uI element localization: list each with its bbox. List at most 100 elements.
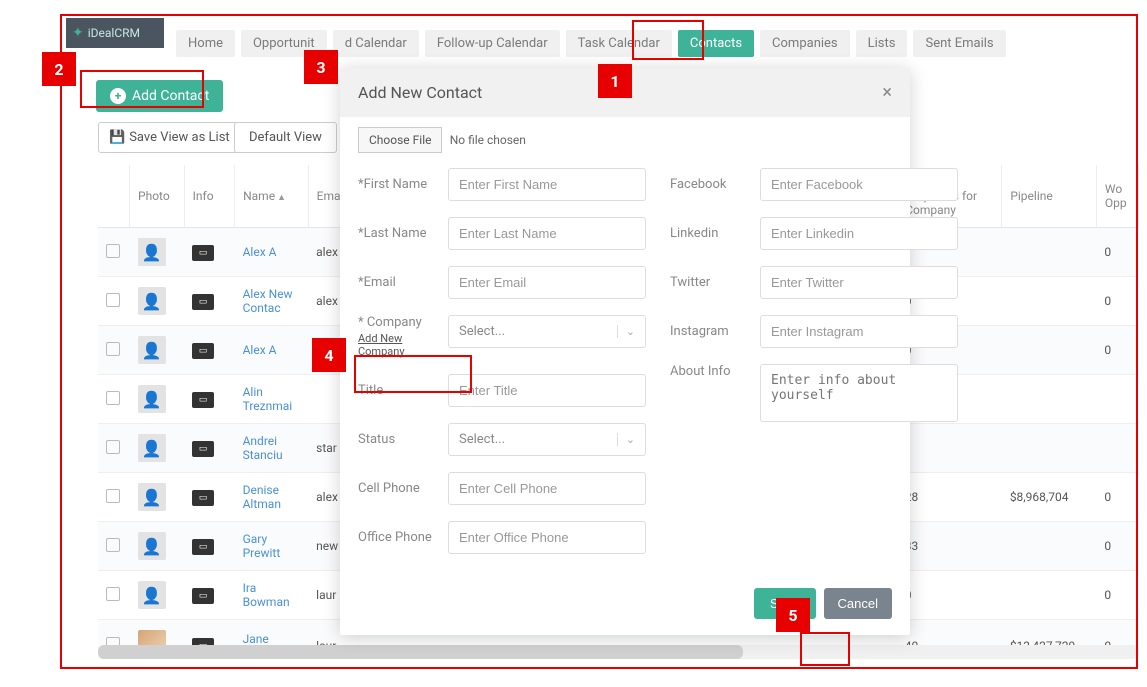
cell-won: 0 (1096, 522, 1138, 571)
avatar: 👤 (138, 336, 166, 364)
row-checkbox[interactable] (106, 342, 120, 356)
avatar: 👤 (138, 483, 166, 511)
avatar: 👤 (138, 238, 166, 266)
info-card-icon[interactable]: ▭ (192, 392, 214, 408)
cell-won (1096, 424, 1138, 473)
default-view-button[interactable]: Default View (234, 122, 337, 153)
col-won-opp[interactable]: Wo Opp (1096, 165, 1138, 228)
email-input[interactable] (448, 266, 646, 299)
twitter-input[interactable] (760, 266, 958, 299)
brand-logo-bar: ✦ iDealCRM (66, 18, 164, 48)
instagram-input[interactable] (760, 315, 958, 348)
label-cell: Cell Phone (358, 481, 448, 496)
facebook-input[interactable] (760, 168, 958, 201)
cancel-button[interactable]: Cancel (824, 588, 892, 619)
label-email: *Email (358, 275, 448, 290)
cell-won: 0 (1096, 228, 1138, 277)
title-input[interactable] (448, 374, 646, 407)
nav-tab-home[interactable]: Home (176, 30, 235, 57)
nav-tab-d-calendar[interactable]: d Calendar (333, 30, 419, 57)
cell-won: 0 (1096, 571, 1138, 620)
last-name-input[interactable] (448, 217, 646, 250)
label-facebook: Facebook (670, 177, 760, 192)
contact-name-link[interactable]: Alex A (243, 343, 277, 357)
add-new-company-link[interactable]: Add New Company (358, 332, 448, 358)
office-phone-input[interactable] (448, 521, 646, 554)
nav-tab-task-calendar[interactable]: Task Calendar (566, 30, 672, 57)
chevron-down-icon: ⌄ (617, 325, 635, 338)
avatar: 👤 (138, 385, 166, 413)
modal-title: Add New Contact (358, 83, 482, 102)
add-contact-modal: Add New Contact × Choose File No file ch… (340, 68, 910, 635)
cell-phone-input[interactable] (448, 472, 646, 505)
cell-won: 0 (1096, 277, 1138, 326)
contact-name-link[interactable]: Ira Bowman (243, 581, 290, 609)
contact-name-link[interactable]: Andrei Stanciu (243, 434, 283, 462)
info-card-icon[interactable]: ▭ (192, 294, 214, 310)
row-checkbox[interactable] (106, 293, 120, 307)
horizontal-scrollbar[interactable] (98, 645, 1139, 659)
label-instagram: Instagram (670, 324, 760, 339)
row-checkbox[interactable] (106, 489, 120, 503)
contact-name-link[interactable]: Alex New Contac (243, 287, 293, 315)
row-checkbox[interactable] (106, 440, 120, 454)
label-twitter: Twitter (670, 275, 760, 290)
row-checkbox[interactable] (106, 391, 120, 405)
company-select[interactable]: Select... ⌄ (448, 315, 646, 348)
nav-tab-companies[interactable]: Companies (760, 30, 850, 57)
contact-name-link[interactable]: Alin Treznmai (243, 385, 293, 413)
main-nav: HomeOpportunitd CalendarFollow-up Calend… (176, 30, 1006, 57)
contact-name-link[interactable]: Gary Prewitt (243, 532, 281, 560)
info-card-icon[interactable]: ▭ (192, 441, 214, 457)
cell-active: 0 (897, 571, 1002, 620)
cell-pipeline (1002, 424, 1097, 473)
nav-tab-sent-emails[interactable]: Sent Emails (913, 30, 1005, 57)
horizontal-scrollbar-thumb[interactable] (98, 645, 743, 659)
cell-pipeline (1002, 571, 1097, 620)
status-select[interactable]: Select... ⌄ (448, 423, 646, 456)
nav-tab-contacts[interactable]: Contacts (678, 30, 754, 57)
row-checkbox[interactable] (106, 538, 120, 552)
col-pipeline[interactable]: Pipeline (1002, 165, 1097, 228)
info-card-icon[interactable]: ▭ (192, 539, 214, 555)
label-last-name: *Last Name (358, 226, 448, 241)
first-name-input[interactable] (448, 168, 646, 201)
label-about: About Info (670, 364, 760, 379)
col-info[interactable]: Info (184, 165, 234, 228)
chevron-down-icon: ⌄ (617, 433, 635, 446)
info-card-icon[interactable]: ▭ (192, 343, 214, 359)
label-title: Title (358, 383, 448, 398)
about-textarea[interactable] (760, 364, 958, 422)
sort-asc-icon: ▲ (277, 193, 286, 203)
avatar: 👤 (138, 287, 166, 315)
label-office: Office Phone (358, 530, 448, 545)
row-checkbox[interactable] (106, 244, 120, 258)
contact-name-link[interactable]: Denise Altman (243, 483, 281, 511)
label-first-name: *First Name (358, 177, 448, 192)
nav-tab-lists[interactable]: Lists (856, 30, 908, 57)
default-view-label: Default View (249, 130, 322, 145)
avatar: 👤 (138, 434, 166, 462)
brand-icon: ✦ (72, 25, 84, 41)
cell-won: 0 (1096, 326, 1138, 375)
add-contact-button[interactable]: + Add Contact (96, 80, 223, 112)
label-status: Status (358, 432, 448, 447)
cell-won (1096, 375, 1138, 424)
nav-tab-follow-up-calendar[interactable]: Follow-up Calendar (425, 30, 560, 57)
linkedin-input[interactable] (760, 217, 958, 250)
save-view-button[interactable]: 💾 Save View as List (98, 122, 241, 153)
info-card-icon[interactable]: ▭ (192, 588, 214, 604)
info-card-icon[interactable]: ▭ (192, 490, 214, 506)
row-checkbox[interactable] (106, 587, 120, 601)
info-card-icon[interactable]: ▭ (192, 245, 214, 261)
contact-name-link[interactable]: Alex A (243, 245, 277, 259)
plus-icon: + (110, 88, 126, 104)
col-photo[interactable]: Photo (130, 165, 185, 228)
close-icon[interactable]: × (882, 82, 892, 103)
avatar: 👤 (138, 581, 166, 609)
choose-file-button[interactable]: Choose File (358, 127, 442, 153)
cell-pipeline (1002, 375, 1097, 424)
add-contact-label: Add Contact (132, 88, 209, 104)
col-name[interactable]: Name▲ (235, 165, 309, 228)
cell-pipeline (1002, 277, 1097, 326)
